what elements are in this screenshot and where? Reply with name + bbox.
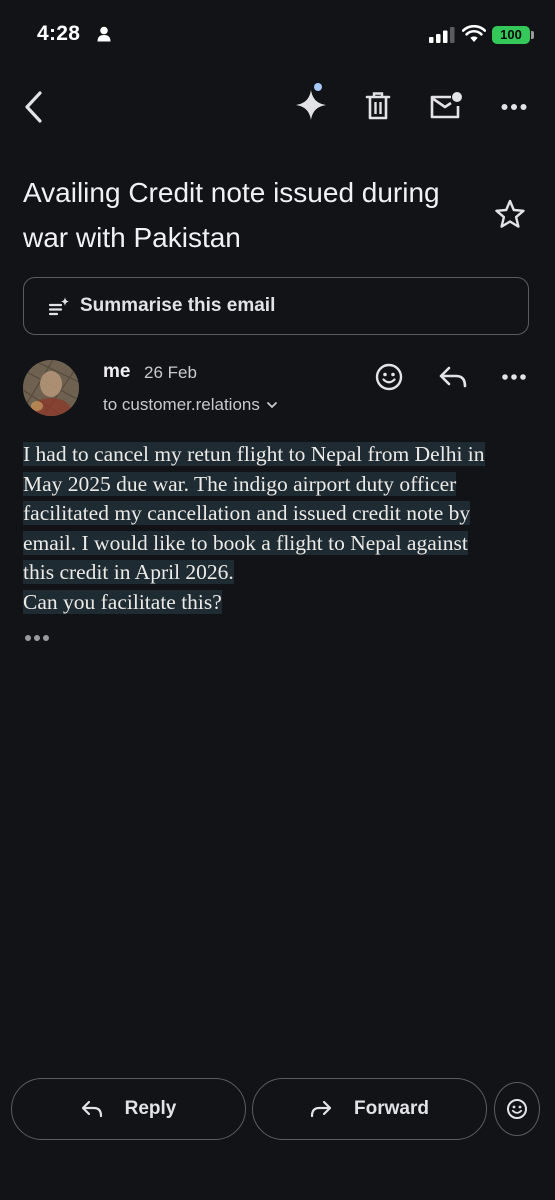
reply-icon — [81, 1100, 102, 1118]
gemini-sparkle-icon — [296, 90, 326, 120]
reply-label: Reply — [124, 1098, 177, 1119]
forward-label: Forward — [354, 1098, 429, 1119]
body-line: facilitated my cancellation and issued c… — [23, 501, 471, 525]
recipient-details-toggle[interactable]: to customer.relations — [103, 395, 278, 415]
more-horizontal-icon — [501, 104, 527, 110]
show-trimmed-content-icon[interactable] — [24, 632, 50, 644]
star-icon — [495, 199, 525, 228]
back-button[interactable] — [16, 88, 52, 126]
add-reaction-button[interactable] — [372, 360, 406, 394]
signal-icon — [429, 27, 455, 43]
email-date: 26 Feb — [144, 363, 197, 382]
trash-icon — [365, 92, 391, 120]
email-subject: Availing Credit note issued during war w… — [23, 177, 440, 253]
body-line: I had to cancel my retun flight to Nepal… — [23, 442, 485, 466]
body-line: email. I would like to book a flight to … — [23, 530, 468, 555]
avatar-photo — [23, 360, 79, 416]
wifi-icon — [462, 25, 486, 42]
battery-indicator: 100 — [492, 26, 530, 44]
delete-button[interactable] — [360, 88, 396, 124]
emoji-icon — [375, 363, 403, 391]
back-arrow-icon — [25, 91, 42, 123]
person-icon — [97, 26, 111, 42]
reply-icon — [439, 366, 467, 388]
reply-button[interactable] — [436, 362, 470, 392]
mark-unread-button[interactable] — [426, 88, 466, 124]
recipient-label: to customer.relations — [103, 395, 260, 414]
body-line: this credit in April 2026. — [23, 560, 234, 584]
forward-icon — [310, 1100, 332, 1118]
reply-action-button[interactable]: Reply — [11, 1078, 246, 1140]
avatar[interactable] — [23, 360, 79, 416]
summarise-email-button[interactable]: Summarise this email — [23, 277, 529, 335]
mark-unread-icon — [430, 92, 462, 119]
forward-action-button[interactable]: Forward — [252, 1078, 487, 1140]
more-options-button[interactable] — [494, 92, 534, 122]
battery-tip — [531, 31, 534, 39]
sender-name: me — [103, 361, 131, 382]
star-button[interactable] — [490, 194, 530, 234]
body-line: Can you facilitate this? — [23, 589, 222, 614]
summarise-icon — [48, 297, 69, 316]
gemini-button[interactable] — [290, 84, 332, 126]
message-more-button[interactable] — [496, 362, 532, 392]
status-time: 4:28 — [37, 22, 81, 45]
body-line: May 2025 due war. The indigo airport dut… — [23, 471, 457, 496]
emoji-icon — [507, 1099, 527, 1119]
chevron-down-icon — [266, 402, 277, 409]
summarise-label: Summarise this email — [80, 295, 276, 316]
more-horizontal-icon — [502, 374, 526, 380]
notification-dot — [314, 83, 322, 91]
react-emoji-button[interactable] — [494, 1082, 540, 1136]
email-body: I had to cancel my retun flight to Nepal… — [23, 440, 533, 617]
